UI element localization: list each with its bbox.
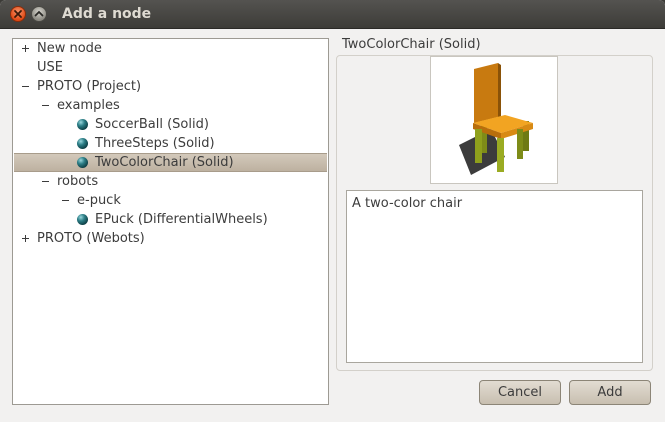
collapse-icon[interactable] — [21, 82, 30, 91]
window-title: Add a node — [62, 6, 152, 22]
tree-item-label: PROTO (Webots) — [37, 231, 145, 246]
minimize-icon[interactable] — [31, 6, 47, 22]
tree-item-label: New node — [37, 41, 102, 56]
expand-icon[interactable] — [21, 234, 30, 243]
tree-item-epuck[interactable]: EPuck (DifferentialWheels) — [14, 210, 327, 229]
sphere-icon — [77, 119, 88, 130]
add-node-dialog: Add a node New node USE PROTO (Project) … — [0, 0, 665, 422]
tree-item-label: USE — [37, 60, 63, 75]
description-text: A two-color chair — [352, 196, 463, 211]
chair-preview — [430, 56, 558, 184]
tree-item-proto-project[interactable]: PROTO (Project) — [14, 77, 327, 96]
description-box[interactable]: A two-color chair — [346, 190, 643, 363]
tree-item-label: TwoColorChair (Solid) — [95, 155, 234, 170]
tree-item-label: EPuck (DifferentialWheels) — [95, 212, 268, 227]
sphere-icon — [77, 138, 88, 149]
cancel-button[interactable]: Cancel — [479, 380, 561, 405]
tree-item-label: robots — [57, 174, 99, 189]
details-title: TwoColorChair (Solid) — [342, 37, 481, 52]
tree-item-proto-webots[interactable]: PROTO (Webots) — [14, 229, 327, 248]
tree-item-new-node[interactable]: New node — [14, 39, 327, 58]
collapse-icon[interactable] — [41, 101, 50, 110]
tree-item-e-puck[interactable]: e-puck — [14, 191, 327, 210]
tree-item-label: SoccerBall (Solid) — [95, 117, 209, 132]
tree-item-twocolorchair[interactable]: TwoColorChair (Solid) — [14, 153, 327, 172]
tree-item-label: examples — [57, 98, 120, 113]
expand-icon[interactable] — [21, 44, 30, 53]
close-icon[interactable] — [10, 6, 26, 22]
tree-item-label: ThreeSteps (Solid) — [95, 136, 215, 151]
add-button[interactable]: Add — [569, 380, 651, 405]
tree-item-robots[interactable]: robots — [14, 172, 327, 191]
tree-item-examples[interactable]: examples — [14, 96, 327, 115]
tree-item-label: PROTO (Project) — [37, 79, 142, 94]
tree-item-label: e-puck — [77, 193, 121, 208]
collapse-icon[interactable] — [41, 177, 50, 186]
collapse-icon[interactable] — [61, 196, 70, 205]
tree-item-soccerball[interactable]: SoccerBall (Solid) — [14, 115, 327, 134]
tree-item-use[interactable]: USE — [14, 58, 327, 77]
node-tree[interactable]: New node USE PROTO (Project) examples So… — [12, 38, 329, 405]
title-bar: Add a node — [0, 0, 665, 29]
sphere-icon — [77, 214, 88, 225]
sphere-icon — [77, 157, 88, 168]
tree-item-threesteps[interactable]: ThreeSteps (Solid) — [14, 134, 327, 153]
